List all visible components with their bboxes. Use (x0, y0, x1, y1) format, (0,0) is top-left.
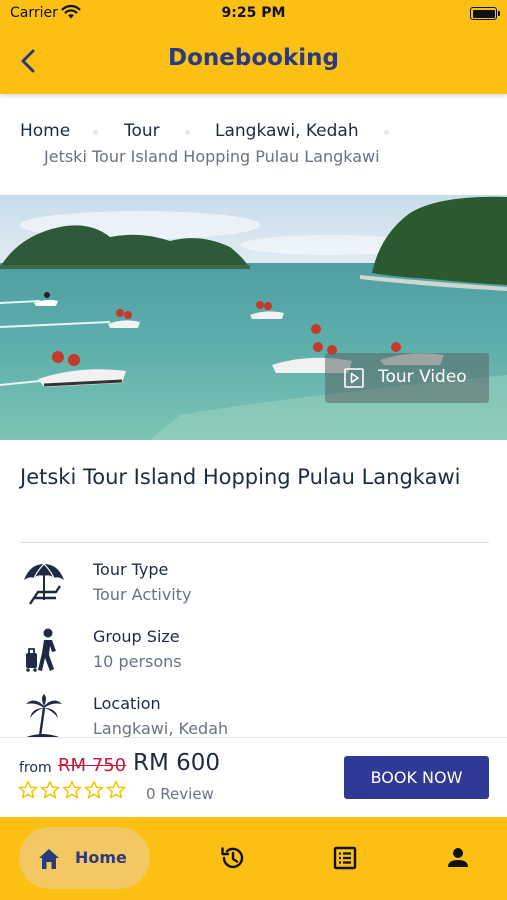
breadcrumb-separator (384, 130, 389, 135)
tab-home[interactable]: Home (19, 827, 150, 889)
status-time: 9:25 PM (221, 5, 286, 21)
beach-umbrella-icon (24, 563, 64, 605)
info-label: Group Size (93, 627, 180, 646)
traveler-icon (26, 628, 56, 672)
rating-stars (18, 780, 128, 804)
play-icon (344, 368, 364, 388)
info-location: Location Langkawi, Kedah (20, 694, 490, 737)
bookings-list-icon (333, 846, 357, 870)
divider (20, 542, 489, 543)
info-tour-type: Tour Type Tour Activity (20, 560, 490, 620)
breadcrumb-home[interactable]: Home (20, 121, 70, 141)
tab-bookings[interactable] (325, 827, 365, 889)
palm-island-icon (26, 694, 62, 737)
bottom-tab-bar: Home (0, 817, 507, 900)
star-icon (106, 780, 126, 799)
tour-title: Jetski Tour Island Hopping Pulau Langkaw… (20, 465, 461, 489)
breadcrumb-current: Jetski Tour Island Hopping Pulau Langkaw… (44, 147, 380, 166)
info-value: Langkawi, Kedah (93, 719, 229, 737)
home-icon (39, 849, 59, 869)
star-icon (84, 780, 104, 799)
review-count[interactable]: 0 Review (146, 785, 214, 803)
breadcrumb-tour[interactable]: Tour (124, 121, 160, 141)
tab-profile[interactable] (438, 827, 478, 889)
info-value: 10 persons (93, 652, 182, 671)
info-label: Location (93, 694, 161, 713)
profile-icon (448, 848, 468, 867)
battery-icon (470, 7, 500, 20)
star-icon (62, 780, 82, 799)
breadcrumb: Home Tour Langkawi, Kedah Jetski Tour Is… (20, 121, 490, 166)
info-label: Tour Type (93, 560, 169, 579)
star-icon (40, 780, 60, 799)
price-from-label: from (19, 760, 52, 776)
tab-home-label: Home (75, 848, 127, 867)
tour-hero-image: Tour Video (0, 195, 507, 440)
status-bar: Carrier 9:25 PM (0, 0, 507, 28)
current-price: RM 600 (133, 750, 221, 776)
booking-footer: from RM 750 RM 600 0 Review BOOK NOW (0, 737, 507, 817)
tab-history[interactable] (212, 827, 252, 889)
page-title: Donebooking (168, 45, 339, 71)
jetski-scene-image (0, 195, 507, 440)
app-bar: Donebooking (0, 28, 507, 94)
old-price: RM 750 (58, 755, 127, 776)
info-group-size: Group Size 10 persons (20, 627, 490, 687)
info-value: Tour Activity (93, 585, 192, 604)
breadcrumb-separator (93, 130, 98, 135)
breadcrumb-location[interactable]: Langkawi, Kedah (215, 121, 359, 141)
breadcrumb-separator (185, 130, 190, 135)
tour-video-button[interactable]: Tour Video (325, 353, 489, 403)
star-icon (18, 780, 38, 799)
tour-video-label: Tour Video (378, 367, 467, 387)
book-now-button[interactable]: BOOK NOW (344, 756, 489, 799)
history-icon (221, 847, 244, 869)
